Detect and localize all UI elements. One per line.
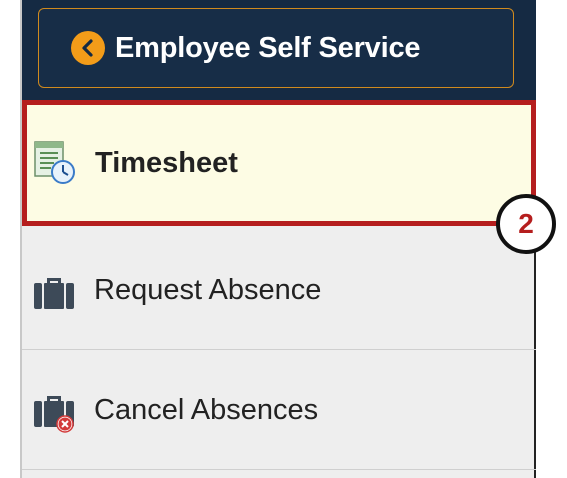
menu-item-label: Timesheet	[95, 146, 238, 179]
briefcase-cancel-icon	[32, 388, 76, 434]
menu-item-label: Request Absence	[94, 274, 322, 306]
back-button[interactable]: Employee Self Service	[38, 8, 514, 88]
menu-item-request-absence[interactable]: Request Absence	[22, 232, 536, 350]
menu-item-cancel-absences[interactable]: Cancel Absences	[22, 352, 536, 470]
chevron-left-circle-icon	[71, 31, 105, 65]
briefcase-icon	[32, 268, 76, 314]
timesheet-icon	[33, 140, 77, 186]
back-button-label: Employee Self Service	[115, 31, 421, 64]
navigation-panel: Employee Self Service Timesheet Request …	[20, 0, 536, 478]
panel-header: Employee Self Service	[22, 0, 536, 100]
menu-item-timesheet[interactable]: Timesheet	[22, 100, 536, 226]
step-number-callout: 2	[496, 194, 556, 254]
menu-item-label: Cancel Absences	[94, 394, 319, 426]
